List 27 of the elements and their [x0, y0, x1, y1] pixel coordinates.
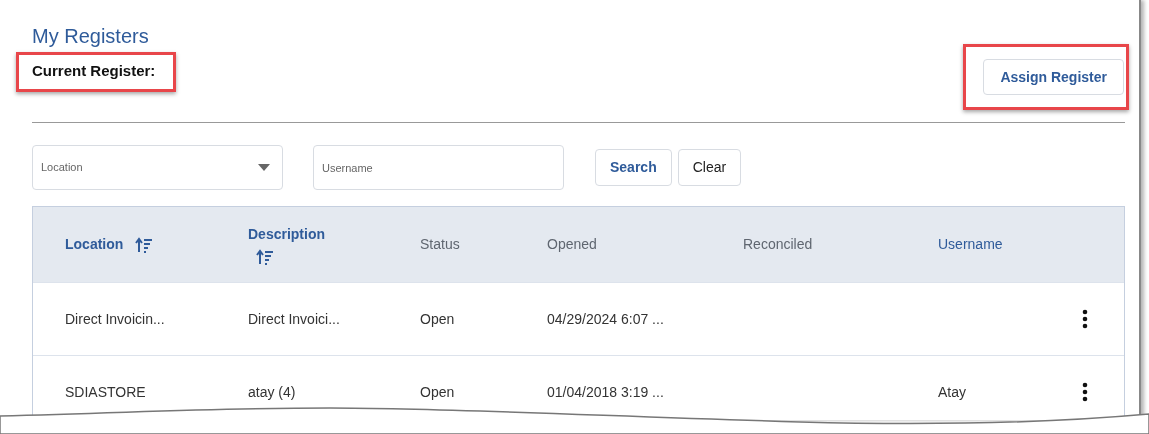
table-cell: Direct Invoici...: [248, 310, 340, 327]
table-cell: atay (4): [248, 383, 296, 400]
table-cell: Direct Invoicin...: [65, 310, 165, 327]
sort-icon[interactable]: [256, 249, 274, 265]
more-options-icon[interactable]: [1082, 309, 1088, 329]
table-cell: 04/29/2024 6:07 ...: [547, 310, 664, 327]
table-cell: Atay: [938, 383, 966, 400]
more-options-icon[interactable]: [1082, 382, 1088, 402]
column-header[interactable]: Location: [65, 234, 124, 255]
column-header: Status: [420, 236, 460, 252]
column-header: Opened: [547, 236, 597, 252]
column-header: Reconciled: [743, 236, 813, 252]
column-header[interactable]: Username: [938, 236, 1003, 252]
column-header[interactable]: Description: [248, 224, 325, 245]
clear-button[interactable]: Clear: [677, 149, 742, 186]
table-cell: Open: [420, 310, 455, 327]
table-cell: SDIASTORE: [65, 383, 146, 400]
location-select[interactable]: Location: [32, 145, 283, 190]
dropdown-caret-icon: [258, 164, 270, 171]
page-title: My Registers: [32, 24, 150, 48]
username-field[interactable]: Username: [313, 145, 564, 190]
table-cell: 01/04/2018 3:19 ...: [547, 383, 664, 400]
table-cell: Open: [420, 383, 455, 400]
assign-register-button[interactable]: Assign Register: [983, 59, 1124, 95]
current-register-label: Current Register:: [32, 62, 156, 79]
search-button[interactable]: Search: [595, 149, 672, 186]
sort-icon[interactable]: [135, 236, 154, 253]
